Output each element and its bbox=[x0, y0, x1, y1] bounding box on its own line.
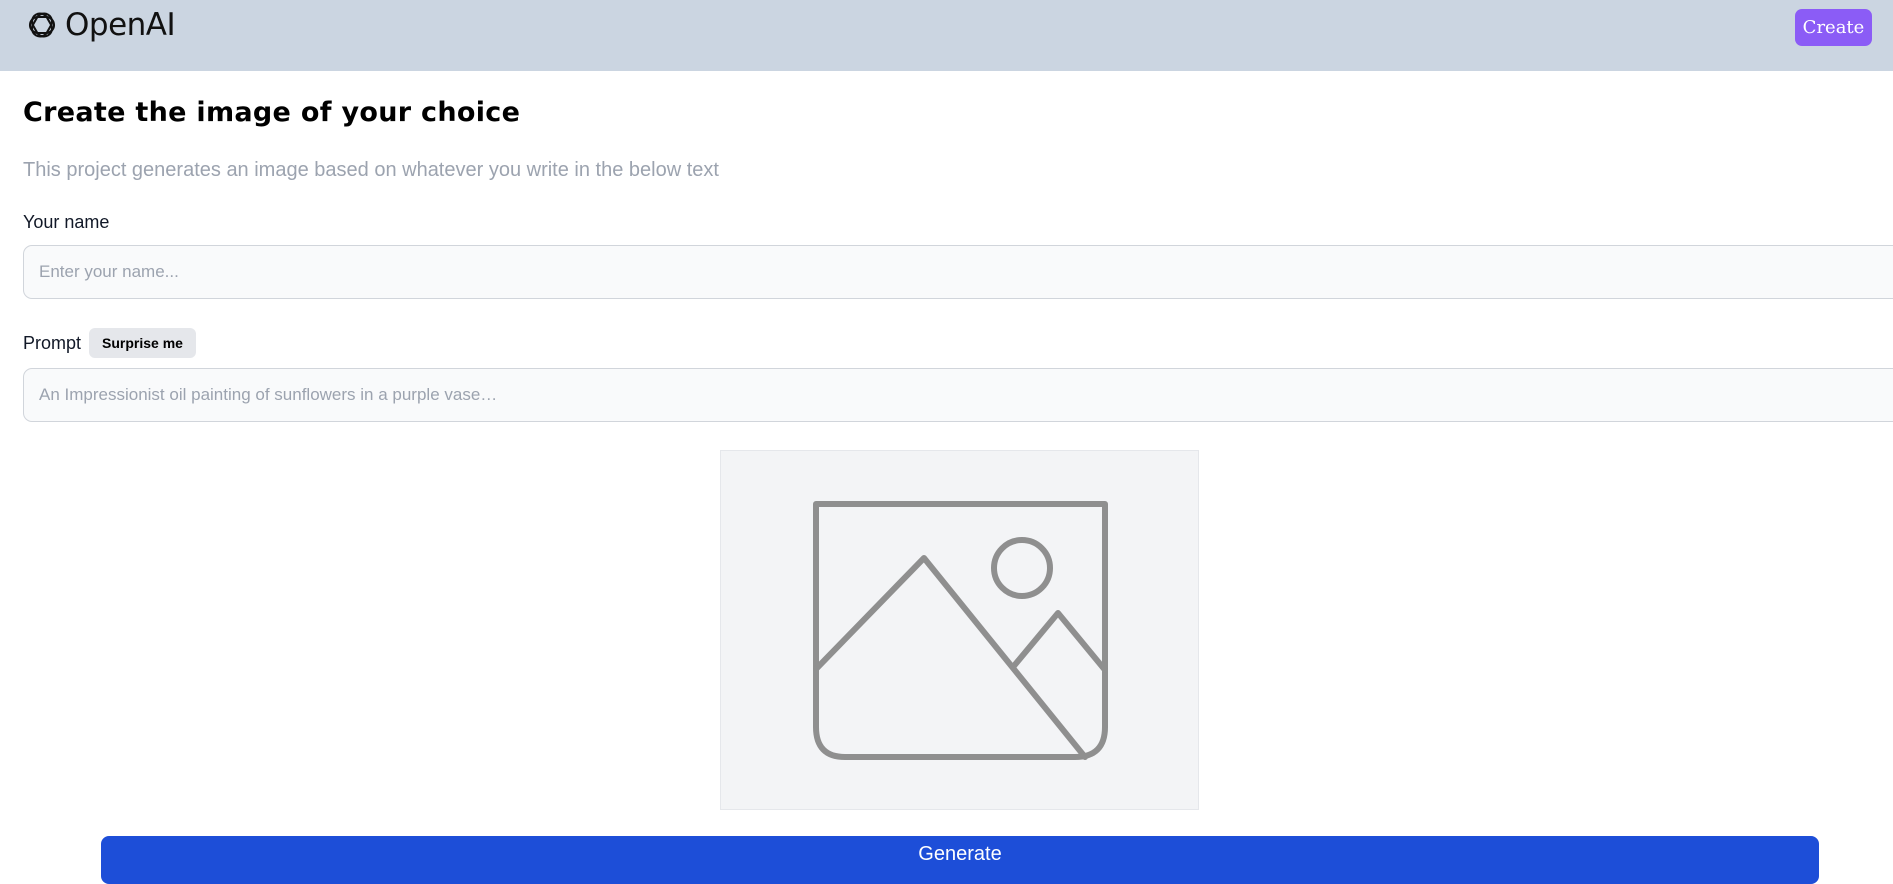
image-placeholder-icon bbox=[813, 501, 1108, 760]
top-navbar: OpenAI Create bbox=[0, 0, 1893, 71]
openai-logo-icon bbox=[28, 12, 56, 38]
name-label: Your name bbox=[23, 212, 110, 232]
surprise-me-button[interactable]: Surprise me bbox=[89, 328, 196, 358]
generate-button[interactable]: Generate bbox=[101, 836, 1819, 884]
prompt-input[interactable] bbox=[23, 368, 1893, 422]
prompt-label: Prompt bbox=[23, 333, 82, 353]
openai-logo-link[interactable]: OpenAI bbox=[22, 5, 176, 45]
page-subtitle: This project generates an image based on… bbox=[23, 159, 719, 181]
name-input[interactable] bbox=[23, 245, 1893, 299]
logo-wordmark: OpenAI bbox=[65, 7, 176, 43]
image-preview bbox=[720, 450, 1199, 810]
page-title: Create the image of your choice bbox=[23, 97, 521, 128]
create-button[interactable]: Create bbox=[1795, 9, 1872, 46]
